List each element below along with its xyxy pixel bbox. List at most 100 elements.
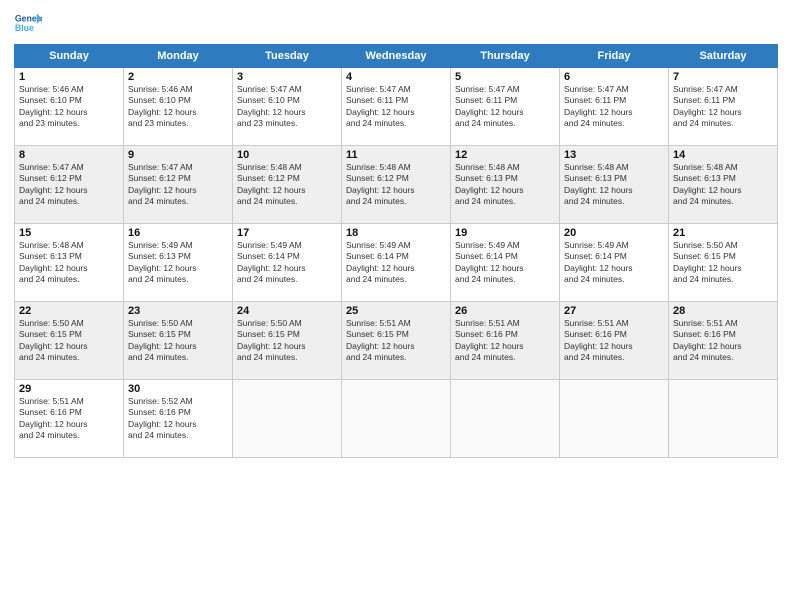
day-number: 13 [564,149,664,161]
day-number: 2 [128,71,228,83]
day-number: 18 [346,227,446,239]
day-of-week-header: Saturday [669,45,778,68]
day-info: Sunrise: 5:47 AMSunset: 6:12 PMDaylight:… [128,162,228,208]
day-info: Sunrise: 5:49 AMSunset: 6:14 PMDaylight:… [455,240,555,286]
calendar-day-cell: 19Sunrise: 5:49 AMSunset: 6:14 PMDayligh… [451,224,560,302]
day-info: Sunrise: 5:50 AMSunset: 6:15 PMDaylight:… [19,318,119,364]
day-info: Sunrise: 5:49 AMSunset: 6:13 PMDaylight:… [128,240,228,286]
calendar-day-cell [451,380,560,458]
day-info: Sunrise: 5:47 AMSunset: 6:12 PMDaylight:… [19,162,119,208]
day-info: Sunrise: 5:47 AMSunset: 6:10 PMDaylight:… [237,84,337,130]
calendar-day-cell: 1Sunrise: 5:46 AMSunset: 6:10 PMDaylight… [15,68,124,146]
day-info: Sunrise: 5:50 AMSunset: 6:15 PMDaylight:… [673,240,773,286]
calendar-header-row: SundayMondayTuesdayWednesdayThursdayFrid… [15,45,778,68]
day-info: Sunrise: 5:46 AMSunset: 6:10 PMDaylight:… [19,84,119,130]
day-info: Sunrise: 5:47 AMSunset: 6:11 PMDaylight:… [346,84,446,130]
logo-icon: General Blue [14,10,42,38]
calendar-day-cell: 9Sunrise: 5:47 AMSunset: 6:12 PMDaylight… [124,146,233,224]
calendar-day-cell: 24Sunrise: 5:50 AMSunset: 6:15 PMDayligh… [233,302,342,380]
calendar-day-cell: 18Sunrise: 5:49 AMSunset: 6:14 PMDayligh… [342,224,451,302]
calendar-table: SundayMondayTuesdayWednesdayThursdayFrid… [14,44,778,458]
calendar-day-cell: 21Sunrise: 5:50 AMSunset: 6:15 PMDayligh… [669,224,778,302]
day-number: 28 [673,305,773,317]
day-number: 23 [128,305,228,317]
calendar-day-cell: 6Sunrise: 5:47 AMSunset: 6:11 PMDaylight… [560,68,669,146]
day-info: Sunrise: 5:48 AMSunset: 6:13 PMDaylight:… [564,162,664,208]
calendar-day-cell: 2Sunrise: 5:46 AMSunset: 6:10 PMDaylight… [124,68,233,146]
day-number: 6 [564,71,664,83]
day-number: 26 [455,305,555,317]
calendar-day-cell: 27Sunrise: 5:51 AMSunset: 6:16 PMDayligh… [560,302,669,380]
day-of-week-header: Tuesday [233,45,342,68]
day-number: 12 [455,149,555,161]
day-of-week-header: Monday [124,45,233,68]
day-info: Sunrise: 5:51 AMSunset: 6:16 PMDaylight:… [673,318,773,364]
day-number: 16 [128,227,228,239]
day-number: 4 [346,71,446,83]
day-number: 20 [564,227,664,239]
day-info: Sunrise: 5:48 AMSunset: 6:12 PMDaylight:… [237,162,337,208]
calendar-day-cell: 12Sunrise: 5:48 AMSunset: 6:13 PMDayligh… [451,146,560,224]
calendar-week-row: 29Sunrise: 5:51 AMSunset: 6:16 PMDayligh… [15,380,778,458]
day-info: Sunrise: 5:51 AMSunset: 6:15 PMDaylight:… [346,318,446,364]
calendar-day-cell: 3Sunrise: 5:47 AMSunset: 6:10 PMDaylight… [233,68,342,146]
calendar-day-cell [342,380,451,458]
day-number: 29 [19,383,119,395]
calendar-day-cell: 5Sunrise: 5:47 AMSunset: 6:11 PMDaylight… [451,68,560,146]
day-info: Sunrise: 5:50 AMSunset: 6:15 PMDaylight:… [128,318,228,364]
day-number: 30 [128,383,228,395]
svg-text:Blue: Blue [15,23,34,33]
day-number: 22 [19,305,119,317]
day-number: 1 [19,71,119,83]
calendar-day-cell: 10Sunrise: 5:48 AMSunset: 6:12 PMDayligh… [233,146,342,224]
day-info: Sunrise: 5:46 AMSunset: 6:10 PMDaylight:… [128,84,228,130]
calendar-day-cell: 30Sunrise: 5:52 AMSunset: 6:16 PMDayligh… [124,380,233,458]
calendar-day-cell: 20Sunrise: 5:49 AMSunset: 6:14 PMDayligh… [560,224,669,302]
day-number: 17 [237,227,337,239]
calendar-day-cell: 28Sunrise: 5:51 AMSunset: 6:16 PMDayligh… [669,302,778,380]
calendar-day-cell: 11Sunrise: 5:48 AMSunset: 6:12 PMDayligh… [342,146,451,224]
header: General Blue [14,10,778,38]
calendar-day-cell [669,380,778,458]
day-info: Sunrise: 5:47 AMSunset: 6:11 PMDaylight:… [673,84,773,130]
day-of-week-header: Thursday [451,45,560,68]
day-number: 15 [19,227,119,239]
day-number: 9 [128,149,228,161]
day-info: Sunrise: 5:51 AMSunset: 6:16 PMDaylight:… [455,318,555,364]
calendar-day-cell: 7Sunrise: 5:47 AMSunset: 6:11 PMDaylight… [669,68,778,146]
day-number: 11 [346,149,446,161]
calendar-day-cell: 16Sunrise: 5:49 AMSunset: 6:13 PMDayligh… [124,224,233,302]
calendar-day-cell: 23Sunrise: 5:50 AMSunset: 6:15 PMDayligh… [124,302,233,380]
calendar-day-cell [560,380,669,458]
day-number: 10 [237,149,337,161]
day-info: Sunrise: 5:51 AMSunset: 6:16 PMDaylight:… [19,396,119,442]
calendar-day-cell: 29Sunrise: 5:51 AMSunset: 6:16 PMDayligh… [15,380,124,458]
day-number: 27 [564,305,664,317]
day-number: 8 [19,149,119,161]
day-info: Sunrise: 5:48 AMSunset: 6:13 PMDaylight:… [19,240,119,286]
calendar-day-cell: 4Sunrise: 5:47 AMSunset: 6:11 PMDaylight… [342,68,451,146]
day-info: Sunrise: 5:49 AMSunset: 6:14 PMDaylight:… [346,240,446,286]
day-info: Sunrise: 5:48 AMSunset: 6:13 PMDaylight:… [455,162,555,208]
page: General Blue SundayMondayTuesdayWednesda… [0,0,792,612]
calendar-day-cell: 26Sunrise: 5:51 AMSunset: 6:16 PMDayligh… [451,302,560,380]
logo: General Blue [14,10,42,38]
day-number: 7 [673,71,773,83]
day-info: Sunrise: 5:50 AMSunset: 6:15 PMDaylight:… [237,318,337,364]
calendar-week-row: 1Sunrise: 5:46 AMSunset: 6:10 PMDaylight… [15,68,778,146]
day-number: 3 [237,71,337,83]
day-info: Sunrise: 5:49 AMSunset: 6:14 PMDaylight:… [237,240,337,286]
day-info: Sunrise: 5:52 AMSunset: 6:16 PMDaylight:… [128,396,228,442]
calendar-day-cell: 15Sunrise: 5:48 AMSunset: 6:13 PMDayligh… [15,224,124,302]
day-info: Sunrise: 5:48 AMSunset: 6:12 PMDaylight:… [346,162,446,208]
calendar-day-cell: 8Sunrise: 5:47 AMSunset: 6:12 PMDaylight… [15,146,124,224]
day-info: Sunrise: 5:49 AMSunset: 6:14 PMDaylight:… [564,240,664,286]
day-of-week-header: Wednesday [342,45,451,68]
day-number: 24 [237,305,337,317]
calendar-body: 1Sunrise: 5:46 AMSunset: 6:10 PMDaylight… [15,68,778,458]
day-info: Sunrise: 5:47 AMSunset: 6:11 PMDaylight:… [455,84,555,130]
day-of-week-header: Sunday [15,45,124,68]
calendar-day-cell: 13Sunrise: 5:48 AMSunset: 6:13 PMDayligh… [560,146,669,224]
calendar-day-cell: 14Sunrise: 5:48 AMSunset: 6:13 PMDayligh… [669,146,778,224]
calendar-day-cell: 25Sunrise: 5:51 AMSunset: 6:15 PMDayligh… [342,302,451,380]
